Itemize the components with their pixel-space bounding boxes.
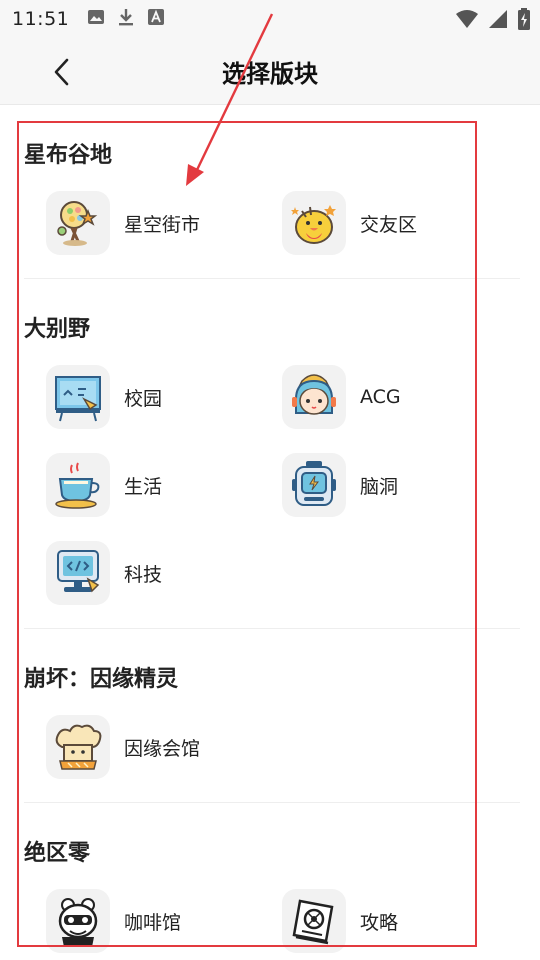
market-icon xyxy=(46,191,110,255)
anime-girl-icon xyxy=(282,365,346,429)
board-item-tech[interactable]: 科技 xyxy=(46,541,162,605)
board-list: 星布谷地 星空街市 交友区 大别野 校园 ACG 生活 脑洞 科技 崩坏：因缘精… xyxy=(0,105,540,960)
section-title: 大别野 xyxy=(24,317,91,342)
chef-hat-icon xyxy=(46,715,110,779)
status-bar: 11:51 xyxy=(0,0,540,38)
board-item-cafe[interactable]: 咖啡馆 xyxy=(46,889,181,953)
image-icon xyxy=(87,8,105,30)
board-item-label: 因缘会馆 xyxy=(124,737,201,760)
section-divider xyxy=(24,278,520,279)
board-item-label: 校园 xyxy=(124,387,163,410)
page-title: 选择版块 xyxy=(222,60,318,88)
header-bar: 选择版块 xyxy=(0,38,540,105)
wifi-icon xyxy=(456,9,478,33)
board-item-label: 脑洞 xyxy=(360,475,399,498)
board-item-campus[interactable]: 校园 xyxy=(46,365,162,429)
signal-icon xyxy=(488,9,508,33)
chick-icon xyxy=(282,191,346,255)
section-divider xyxy=(24,628,520,629)
mascot-icon xyxy=(46,889,110,953)
board-item-label: 生活 xyxy=(124,475,163,498)
board-item-label: 攻略 xyxy=(360,911,399,934)
board-item-label: 科技 xyxy=(124,563,163,586)
robot-icon xyxy=(282,453,346,517)
download-icon xyxy=(117,7,135,31)
book-icon xyxy=(282,889,346,953)
teacup-icon xyxy=(46,453,110,517)
section-title: 星布谷地 xyxy=(24,143,113,168)
battery-icon xyxy=(518,8,530,34)
blackboard-icon xyxy=(46,365,110,429)
status-time: 11:51 xyxy=(12,8,70,30)
board-item-star-market[interactable]: 星空街市 xyxy=(46,191,200,255)
board-item-guide[interactable]: 攻略 xyxy=(282,889,398,953)
section-divider xyxy=(24,802,520,803)
a-box-icon xyxy=(147,8,165,30)
board-item-label: 交友区 xyxy=(360,213,418,236)
board-item-label: ACG xyxy=(360,386,401,408)
board-item-fate-hall[interactable]: 因缘会馆 xyxy=(46,715,200,779)
board-item-life[interactable]: 生活 xyxy=(46,453,162,517)
section-title: 崩坏：因缘精灵 xyxy=(24,667,179,692)
board-item-label: 星空街市 xyxy=(124,213,201,236)
section-title: 绝区零 xyxy=(24,841,91,866)
computer-icon xyxy=(46,541,110,605)
board-item-label: 咖啡馆 xyxy=(124,911,182,934)
board-item-acg[interactable]: ACG xyxy=(282,365,401,429)
board-item-brainstorm[interactable]: 脑洞 xyxy=(282,453,398,517)
board-item-friends[interactable]: 交友区 xyxy=(282,191,417,255)
